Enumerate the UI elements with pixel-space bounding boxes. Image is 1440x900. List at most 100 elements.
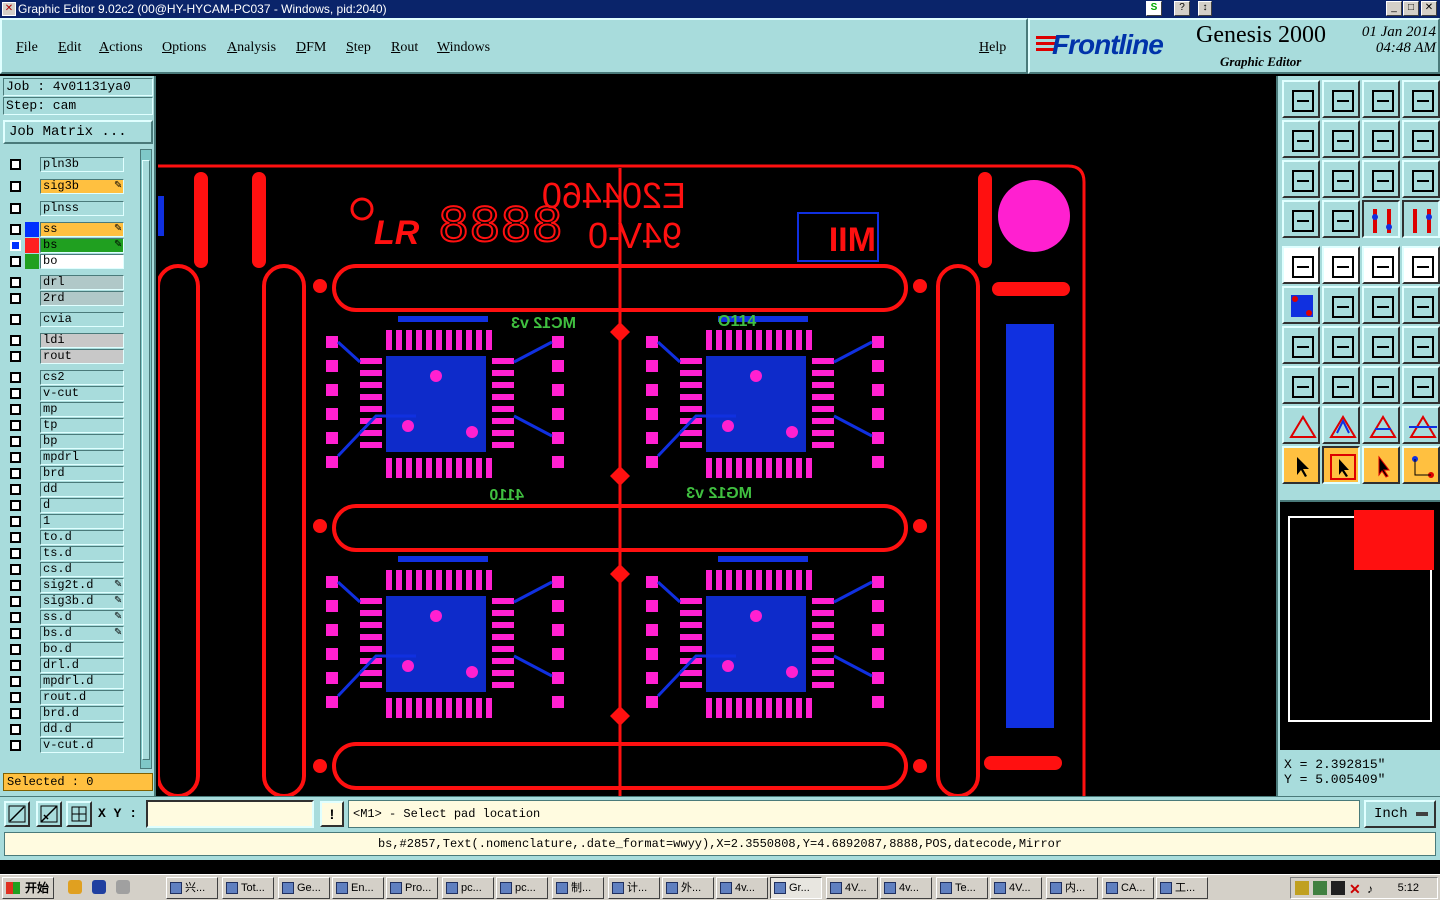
layer-name[interactable]: bs: [40, 238, 124, 253]
taskbar-button[interactable]: Gr...: [770, 877, 822, 899]
taskbar-button[interactable]: Pro...: [386, 877, 438, 899]
layer-name[interactable]: plnss: [40, 201, 124, 216]
layer-row[interactable]: rout.d: [3, 690, 139, 705]
layer-name[interactable]: dd: [40, 482, 124, 497]
layer-row[interactable]: bp: [3, 434, 139, 449]
menu-step[interactable]: Step: [346, 40, 371, 56]
layer-row[interactable]: plnss: [3, 201, 139, 216]
help-question-icon[interactable]: ?: [1174, 1, 1190, 16]
menu-windows[interactable]: Windows: [437, 40, 490, 56]
layer-row[interactable]: brd.d: [3, 706, 139, 721]
rotate-icon[interactable]: [1362, 120, 1400, 158]
minimize-icon[interactable]: _: [1386, 1, 1402, 16]
layer-name[interactable]: cs.d: [40, 562, 124, 577]
select-pad-icon[interactable]: [1282, 246, 1320, 284]
layer-name[interactable]: mp: [40, 402, 124, 417]
tray-x-icon[interactable]: ✕: [1349, 879, 1361, 899]
layer-row[interactable]: mpdrl: [3, 450, 139, 465]
layer-name[interactable]: brd.d: [40, 706, 124, 721]
layer-checkbox[interactable]: [10, 314, 21, 325]
job-matrix-button[interactable]: Job Matrix ...: [3, 120, 153, 144]
triangle-a2-icon[interactable]: [1362, 406, 1400, 444]
layer-row[interactable]: mp: [3, 402, 139, 417]
layer-checkbox[interactable]: [10, 628, 21, 639]
layer-row[interactable]: v-cut.d: [3, 738, 139, 753]
layer-row[interactable]: v-cut: [3, 386, 139, 401]
layer-checkbox[interactable]: [10, 740, 21, 751]
layer-name[interactable]: pln3b: [40, 157, 124, 172]
maximize-icon[interactable]: □: [1403, 1, 1419, 16]
layer-red2-icon[interactable]: [1402, 200, 1440, 238]
home-icon[interactable]: [1362, 80, 1400, 118]
ruler-icon[interactable]: [1362, 246, 1400, 284]
layer-checkbox[interactable]: [10, 452, 21, 463]
layer-name[interactable]: v-cut: [40, 386, 124, 401]
taskbar-button[interactable]: 内...: [1046, 877, 1098, 899]
layer-checkbox[interactable]: [10, 468, 21, 479]
grid-toggle-icon[interactable]: [1322, 200, 1360, 238]
layer-checkbox[interactable]: [10, 404, 21, 415]
layer-name[interactable]: sig3b: [40, 179, 124, 194]
dimension-icon[interactable]: [1362, 366, 1400, 404]
layer-name[interactable]: to.d: [40, 530, 124, 545]
layer-checkbox[interactable]: [10, 420, 21, 431]
warning-button[interactable]: !: [320, 801, 344, 827]
taskbar-button[interactable]: En...: [332, 877, 384, 899]
menu-edit[interactable]: Edit: [58, 40, 81, 56]
net-icon[interactable]: [1282, 286, 1320, 324]
layer-name[interactable]: bp: [40, 434, 124, 449]
arc-icon[interactable]: [1362, 326, 1400, 364]
layer-name[interactable]: brd: [40, 466, 124, 481]
layer-row[interactable]: ss.d ✎: [3, 610, 139, 625]
pointer-area-icon[interactable]: [1362, 446, 1400, 484]
layer-checkbox[interactable]: [10, 277, 21, 288]
layer-row[interactable]: ldi: [3, 333, 139, 348]
start-button[interactable]: 开始: [2, 877, 54, 899]
layer-name[interactable]: sig2t.d: [40, 578, 124, 593]
menu-analysis[interactable]: Analysis: [227, 40, 276, 56]
taskbar-button[interactable]: 4V...: [990, 877, 1042, 899]
tray-icon[interactable]: [1313, 881, 1327, 895]
layer-name[interactable]: dd.d: [40, 722, 124, 737]
layer-color-swatch[interactable]: [25, 238, 39, 253]
layer-checkbox[interactable]: [10, 484, 21, 495]
layer-checkbox[interactable]: [10, 159, 21, 170]
layer-row[interactable]: sig3b.d ✎: [3, 594, 139, 609]
route-icon[interactable]: [1402, 446, 1440, 484]
tray-icon[interactable]: [1331, 881, 1345, 895]
tray-icon[interactable]: [1295, 881, 1309, 895]
snap-icon[interactable]: [1282, 200, 1320, 238]
layer-checkbox[interactable]: [10, 516, 21, 527]
grid-icon[interactable]: [66, 801, 92, 827]
layer-checkbox[interactable]: [10, 580, 21, 591]
layer-row[interactable]: drl: [3, 275, 139, 290]
layer-row[interactable]: dd.d: [3, 722, 139, 737]
layer-row[interactable]: brd: [3, 466, 139, 481]
menu-dfm[interactable]: DFM: [296, 40, 326, 56]
layer-name[interactable]: rout: [40, 349, 124, 364]
cross-icon[interactable]: [1322, 286, 1360, 324]
layer-row[interactable]: rout: [3, 349, 139, 364]
layer-checkbox[interactable]: [10, 564, 21, 575]
quick-launch-icon[interactable]: [116, 880, 130, 894]
layer-row[interactable]: ts.d: [3, 546, 139, 561]
units-select[interactable]: Inch: [1364, 800, 1436, 828]
layer-checkbox[interactable]: [10, 724, 21, 735]
pads-icon[interactable]: [1282, 366, 1320, 404]
layer-checkbox[interactable]: [10, 612, 21, 623]
layer-row[interactable]: bs.d ✎: [3, 626, 139, 641]
taskbar-button[interactable]: 兴...: [166, 877, 218, 899]
layer-row[interactable]: bs ✎: [3, 238, 139, 253]
polygon-icon[interactable]: [1322, 246, 1360, 284]
layer-name[interactable]: drl.d: [40, 658, 124, 673]
scale-1-2-icon[interactable]: [1362, 160, 1400, 198]
layer-name[interactable]: v-cut.d: [40, 738, 124, 753]
scroll-thumb[interactable]: [142, 160, 150, 760]
layer-row[interactable]: cs.d: [3, 562, 139, 577]
open-job-icon[interactable]: [1282, 80, 1320, 118]
zoom-fit-icon[interactable]: [4, 801, 30, 827]
layer-checkbox[interactable]: [10, 372, 21, 383]
layer-row[interactable]: 2rd: [3, 291, 139, 306]
window-icon[interactable]: [1402, 80, 1440, 118]
layer-name[interactable]: ss.d: [40, 610, 124, 625]
